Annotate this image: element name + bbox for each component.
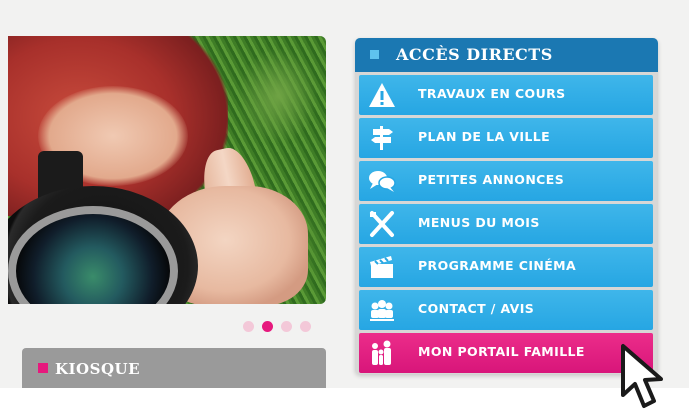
menu-item-label: TRAVAUX EN COURS xyxy=(418,86,566,101)
menu-item-label: PROGRAMME CINÉMA xyxy=(418,258,577,273)
acces-directs-header: ACCÈS DIRECTS xyxy=(355,38,658,72)
slider-pagination xyxy=(243,321,311,332)
square-bullet-icon xyxy=(370,50,379,59)
speech-bubbles-icon xyxy=(369,171,396,192)
photo-slider[interactable] xyxy=(8,36,326,304)
mouse-cursor-icon xyxy=(621,344,663,408)
menu-item-label: CONTACT / AVIS xyxy=(418,301,535,316)
menu-item-programme-cinema[interactable]: PROGRAMME CINÉMA xyxy=(359,247,653,287)
warning-icon xyxy=(369,83,395,107)
menu-item-petites-annonces[interactable]: PETITES ANNONCES xyxy=(359,161,653,201)
signpost-icon xyxy=(371,126,393,150)
people-icon xyxy=(370,300,394,321)
clapperboard-icon xyxy=(370,256,393,278)
acces-directs-menu: TRAVAUX EN COURS PLAN DE LA VILLE PETITE… xyxy=(359,75,653,376)
menu-item-portail-famille[interactable]: MON PORTAIL FAMILLE xyxy=(359,333,653,373)
slider-dot-4[interactable] xyxy=(300,321,311,332)
fork-knife-icon xyxy=(370,211,394,237)
acces-directs-title: ACCÈS DIRECTS xyxy=(396,45,553,64)
bottom-strip xyxy=(0,388,689,414)
kiosque-header[interactable]: KIOSQUE xyxy=(22,348,326,388)
kiosque-title: KIOSQUE xyxy=(55,360,141,378)
menu-item-label: PETITES ANNONCES xyxy=(418,172,565,187)
menu-item-contact-avis[interactable]: CONTACT / AVIS xyxy=(359,290,653,330)
family-icon xyxy=(372,340,391,365)
square-bullet-icon xyxy=(38,363,48,373)
menu-item-menus-mois[interactable]: MENUS DU MOIS xyxy=(359,204,653,244)
slider-dot-3[interactable] xyxy=(281,321,292,332)
menu-item-label: MENUS DU MOIS xyxy=(418,215,540,230)
slider-dot-1[interactable] xyxy=(243,321,254,332)
menu-item-plan-ville[interactable]: PLAN DE LA VILLE xyxy=(359,118,653,158)
slider-dot-2[interactable] xyxy=(262,321,273,332)
menu-item-travaux[interactable]: TRAVAUX EN COURS xyxy=(359,75,653,115)
menu-item-label: PLAN DE LA VILLE xyxy=(418,129,551,144)
menu-item-label: MON PORTAIL FAMILLE xyxy=(418,344,585,359)
